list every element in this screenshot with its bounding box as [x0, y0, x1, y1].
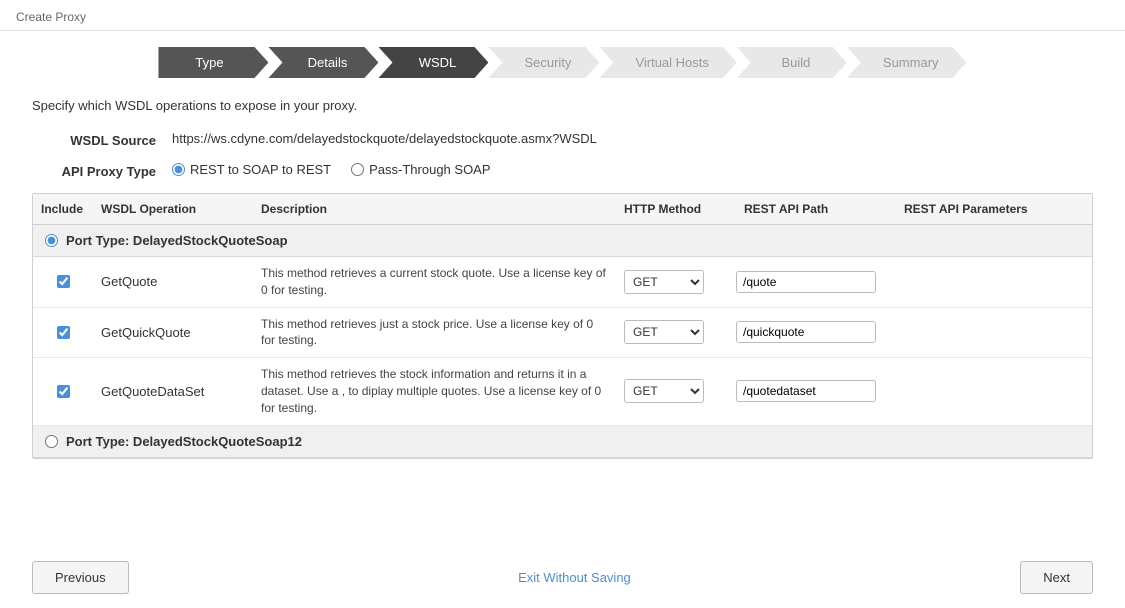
getquickquote-path-input[interactable] — [736, 321, 876, 343]
port-type-soap[interactable]: Port Type: DelayedStockQuoteSoap — [33, 225, 1092, 257]
getquickquote-method[interactable]: GET POST PUT DELETE — [616, 320, 736, 344]
port-type-soap12[interactable]: Port Type: DelayedStockQuoteSoap12 — [33, 426, 1092, 458]
getquote-method[interactable]: GET POST PUT DELETE — [616, 270, 736, 294]
radio-rest-to-soap-input[interactable] — [172, 163, 185, 176]
getquickquote-checkbox[interactable] — [57, 326, 70, 339]
getquotedataset-name: GetQuoteDataSet — [93, 384, 253, 399]
table-row: GetQuoteDataSet This method retrieves th… — [33, 358, 1092, 425]
getquotedataset-path-input[interactable] — [736, 380, 876, 402]
app-header: Create Proxy — [0, 0, 1125, 31]
getquotedataset-checkbox[interactable] — [57, 385, 70, 398]
exit-without-saving-link[interactable]: Exit Without Saving — [518, 570, 631, 585]
port-type-soap-label: Port Type: DelayedStockQuoteSoap — [66, 233, 288, 248]
step-label-build[interactable]: Build — [737, 47, 847, 78]
getquote-name: GetQuote — [93, 274, 253, 289]
api-proxy-type-row: API Proxy Type REST to SOAP to REST Pass… — [32, 162, 1093, 179]
getquickquote-desc: This method retrieves just a stock price… — [253, 316, 616, 350]
radio-rest-to-soap[interactable]: REST to SOAP to REST — [172, 162, 331, 177]
wizard-step-build[interactable]: Build — [737, 47, 847, 78]
getquotedataset-include[interactable] — [33, 385, 93, 398]
wizard-step-wsdl[interactable]: WSDL — [378, 47, 488, 78]
operations-table: Include WSDL Operation Description HTTP … — [32, 193, 1093, 459]
wsdl-source-value: https://ws.cdyne.com/delayedstockquote/d… — [172, 131, 597, 146]
getquote-path[interactable] — [736, 271, 896, 293]
step-label-virtual-hosts[interactable]: Virtual Hosts — [599, 47, 736, 78]
step-label-details[interactable]: Details — [268, 47, 378, 78]
footer: Previous Exit Without Saving Next — [0, 547, 1125, 608]
radio-pass-through-input[interactable] — [351, 163, 364, 176]
next-button[interactable]: Next — [1020, 561, 1093, 594]
col-rest-path: REST API Path — [736, 200, 896, 218]
table-row: GetQuickQuote This method retrieves just… — [33, 308, 1092, 359]
wsdl-source-label: WSDL Source — [32, 131, 172, 148]
col-include: Include — [33, 200, 93, 218]
wsdl-source-row: WSDL Source https://ws.cdyne.com/delayed… — [32, 131, 1093, 148]
radio-pass-through[interactable]: Pass-Through SOAP — [351, 162, 490, 177]
getquotedataset-method[interactable]: GET POST PUT DELETE — [616, 379, 736, 403]
getquote-method-select[interactable]: GET POST PUT DELETE — [624, 270, 704, 294]
wizard-step-details[interactable]: Details — [268, 47, 378, 78]
getquote-include[interactable] — [33, 275, 93, 288]
getquote-desc: This method retrieves a current stock qu… — [253, 265, 616, 299]
getquickquote-method-select[interactable]: GET POST PUT DELETE — [624, 320, 704, 344]
getquotedataset-path[interactable] — [736, 380, 896, 402]
radio-pass-through-label: Pass-Through SOAP — [369, 162, 490, 177]
table-header: Include WSDL Operation Description HTTP … — [33, 194, 1092, 225]
getquickquote-name: GetQuickQuote — [93, 325, 253, 340]
proxy-type-radio-group: REST to SOAP to REST Pass-Through SOAP — [172, 162, 491, 177]
previous-button[interactable]: Previous — [32, 561, 129, 594]
getquotedataset-desc: This method retrieves the stock informat… — [253, 366, 616, 416]
step-label-type[interactable]: Type — [158, 47, 268, 78]
col-wsdl-op: WSDL Operation — [93, 200, 253, 218]
step-label-security[interactable]: Security — [488, 47, 599, 78]
port-type-soap12-radio[interactable] — [45, 435, 58, 448]
wizard-nav: Type Details WSDL Security Virtual Hosts… — [0, 31, 1125, 98]
radio-rest-to-soap-label: REST to SOAP to REST — [190, 162, 331, 177]
port-type-soap12-label: Port Type: DelayedStockQuoteSoap12 — [66, 434, 302, 449]
col-scroll-spacer — [1076, 200, 1092, 218]
wizard-step-virtual-hosts[interactable]: Virtual Hosts — [599, 47, 736, 78]
port-type-soap-radio[interactable] — [45, 234, 58, 247]
getquotedataset-method-select[interactable]: GET POST PUT DELETE — [624, 379, 704, 403]
page-description: Specify which WSDL operations to expose … — [32, 98, 1093, 113]
wizard-step-type[interactable]: Type — [158, 47, 268, 78]
getquickquote-path[interactable] — [736, 321, 896, 343]
getquote-checkbox[interactable] — [57, 275, 70, 288]
getquote-path-input[interactable] — [736, 271, 876, 293]
main-content: Specify which WSDL operations to expose … — [0, 98, 1125, 459]
wizard-step-security[interactable]: Security — [488, 47, 599, 78]
table-row: GetQuote This method retrieves a current… — [33, 257, 1092, 308]
page-title: Create Proxy — [16, 10, 86, 24]
step-label-wsdl[interactable]: WSDL — [378, 47, 488, 78]
col-rest-params: REST API Parameters — [896, 200, 1076, 218]
getquickquote-include[interactable] — [33, 326, 93, 339]
col-description: Description — [253, 200, 616, 218]
col-http-method: HTTP Method — [616, 200, 736, 218]
step-label-summary[interactable]: Summary — [847, 47, 967, 78]
wizard-step-summary[interactable]: Summary — [847, 47, 967, 78]
api-proxy-type-label: API Proxy Type — [32, 162, 172, 179]
